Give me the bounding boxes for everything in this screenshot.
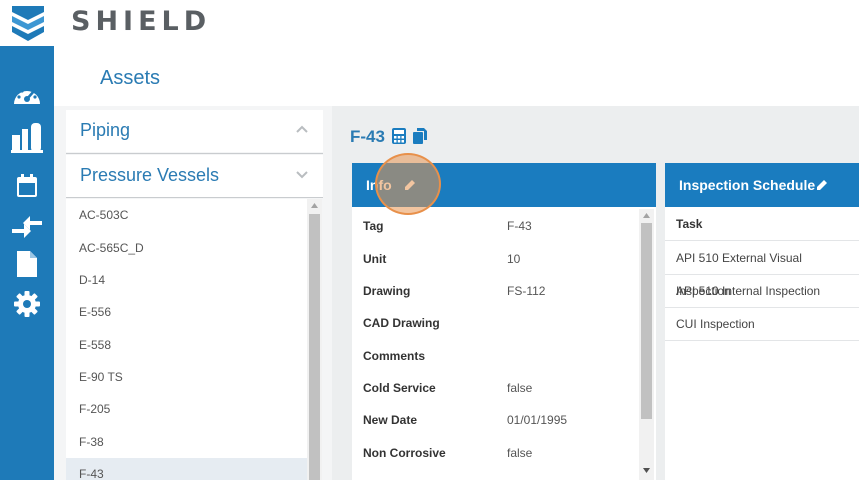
shield-logo-icon xyxy=(12,6,44,41)
accordion-pressure-vessels-label: Pressure Vessels xyxy=(80,165,220,185)
info-row-new-date: New Date 01/01/1995 xyxy=(363,403,643,435)
brand-name: SHIELD xyxy=(71,6,212,37)
chevron-up-icon xyxy=(296,125,308,133)
nav-rail xyxy=(0,46,54,480)
gear-icon[interactable] xyxy=(11,289,43,319)
document-icon[interactable] xyxy=(11,249,43,279)
divider xyxy=(66,153,323,154)
inspection-schedule-header: Inspection Schedule xyxy=(665,163,859,207)
page-header xyxy=(54,46,859,106)
scroll-up-arrow-icon[interactable] xyxy=(642,212,651,219)
schedule-task-row[interactable]: CUI Inspection xyxy=(665,308,859,341)
info-value: false xyxy=(507,381,533,395)
info-key: Tag xyxy=(363,219,384,233)
asset-list: AC-503C AC-565C_D D-14 E-556 E-558 E-90 … xyxy=(66,199,307,480)
asset-list-item-selected[interactable]: F-43 xyxy=(66,458,307,480)
asset-list-item[interactable]: E-90 TS xyxy=(66,361,307,393)
info-value: F-43 xyxy=(507,219,532,233)
click-indicator xyxy=(375,153,441,215)
asset-list-item[interactable]: AC-503C xyxy=(66,199,307,231)
info-row-non-corrosive: Non Corrosive false xyxy=(363,436,643,468)
scroll-up-arrow-icon[interactable] xyxy=(310,202,319,209)
info-scrollbar[interactable] xyxy=(639,209,654,480)
info-key: Comments xyxy=(363,349,426,363)
asset-list-item[interactable]: E-558 xyxy=(66,329,307,361)
info-row-drawing: Drawing FS-112 xyxy=(363,274,643,306)
info-value: 01/01/1995 xyxy=(507,413,568,427)
info-key: Drawing xyxy=(363,284,411,298)
inspection-schedule-card: Inspection Schedule Task API 510 Externa… xyxy=(665,163,859,480)
asset-name: F-43 xyxy=(350,127,385,146)
schedule-task-row[interactable]: API 510 Internal Inspection xyxy=(665,275,859,308)
info-key: Unit xyxy=(363,252,387,266)
copy-icon[interactable] xyxy=(412,127,428,145)
scroll-down-arrow-icon[interactable] xyxy=(642,467,651,474)
asset-list-item[interactable]: E-556 xyxy=(66,296,307,328)
accordion-pressure-vessels[interactable]: Pressure Vessels xyxy=(66,155,323,197)
info-row-cold-service: Cold Service false xyxy=(363,371,643,403)
info-row-comments: Comments xyxy=(363,339,643,371)
asset-list-item[interactable]: F-38 xyxy=(66,426,307,458)
calendar-icon[interactable] xyxy=(11,171,43,201)
top-bar: SHIELD xyxy=(0,0,859,46)
asset-list-scroll-thumb[interactable] xyxy=(309,214,320,480)
info-row-cad-drawing: CAD Drawing xyxy=(363,306,643,338)
info-scroll-thumb[interactable] xyxy=(641,223,652,419)
asset-list-item[interactable]: F-205 xyxy=(66,393,307,425)
dashboard-gauge-icon[interactable] xyxy=(11,80,43,110)
info-row-unit: Unit 10 xyxy=(363,242,643,274)
facility-icon[interactable] xyxy=(11,122,43,153)
schedule-task-row[interactable]: API 510 External Visual Inspection xyxy=(665,242,859,298)
info-key: Cold Service xyxy=(363,381,436,395)
schedule-column-header: Task xyxy=(665,208,859,241)
swap-arrows-icon[interactable] xyxy=(11,212,43,242)
info-key: CAD Drawing xyxy=(363,316,440,330)
asset-list-scrollbar[interactable] xyxy=(307,199,322,480)
info-value: FS-112 xyxy=(507,284,546,298)
asset-list-item[interactable]: D-14 xyxy=(66,264,307,296)
info-value: 10 xyxy=(507,252,521,266)
info-key: New Date xyxy=(363,413,418,427)
info-value: false xyxy=(507,446,533,460)
accordion-piping[interactable]: Piping xyxy=(66,110,323,152)
page-title: Assets xyxy=(100,67,161,89)
divider xyxy=(66,197,323,198)
info-key: Non Corrosive xyxy=(363,446,446,460)
accordion-piping-label: Piping xyxy=(80,120,131,140)
asset-list-item[interactable]: AC-565C_D xyxy=(66,232,307,264)
edit-pencil-icon[interactable] xyxy=(816,179,828,191)
inspection-schedule-title: Inspection Schedule xyxy=(679,177,816,193)
calculator-icon[interactable] xyxy=(391,127,407,145)
chevron-down-icon xyxy=(296,171,308,179)
